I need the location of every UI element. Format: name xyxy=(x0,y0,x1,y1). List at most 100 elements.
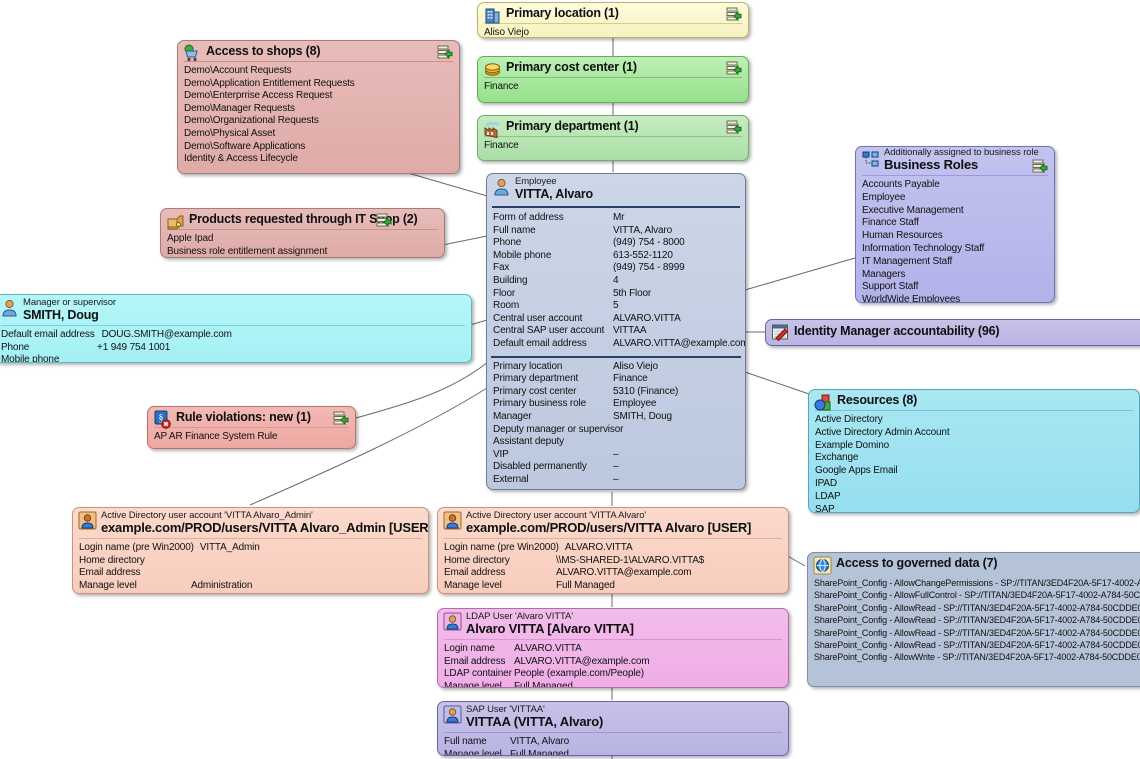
list-item: AP AR Finance System Rule xyxy=(154,431,278,442)
card-products-requested[interactable]: Products requested through IT Shop (2) A… xyxy=(160,208,445,258)
card-im-accountability[interactable]: Identity Manager accountability (96) xyxy=(765,319,1140,346)
expand-node-icon[interactable] xyxy=(726,7,742,22)
person-icon xyxy=(0,298,19,317)
field-label: Deputy manager or supervisor xyxy=(493,423,624,435)
factory-icon xyxy=(483,119,502,138)
card-access-to-shops[interactable]: Access to shops (8) Demo\Account Request… xyxy=(177,40,460,174)
card-kicker: Employee xyxy=(515,176,557,187)
field-row: Default email address DOUG.SMITH@example.… xyxy=(1,329,465,342)
field-value: – xyxy=(613,448,619,460)
list-item: Identity & Access Lifecycle xyxy=(184,153,298,165)
field-label: Manage level xyxy=(444,579,502,591)
field-row: Manage level Full Managed xyxy=(444,681,782,687)
card-title: VITTAA (VITTA, Alvaro) xyxy=(466,714,604,729)
field-label: Assistant deputy xyxy=(493,436,564,448)
list-item: Demo\Account Requests xyxy=(184,65,292,76)
diagram-canvas: Primary location (1) Aliso Viejo Primary… xyxy=(0,0,1140,759)
card-title: SMITH, Doug xyxy=(23,308,99,322)
card-body: Login name (pre Win2000) ALVARO.VITTA Hom… xyxy=(438,539,788,593)
card-title: example.com/PROD/users/VITTA Alvaro_Admi… xyxy=(101,520,429,535)
card-header: Primary cost center (1) xyxy=(478,57,748,77)
rule-violation-icon: § xyxy=(153,410,172,429)
field-row: Fax (949) 754 - 8999 xyxy=(493,262,739,275)
card-header: Access to governed data (7) xyxy=(808,553,1140,575)
card-title: Alvaro VITTA [Alvaro VITTA] xyxy=(466,621,634,636)
card-ldap-user[interactable]: LDAP User 'Alvaro VITTA' Alvaro VITTA [A… xyxy=(437,608,789,688)
field-row: Central SAP user account VITTAA xyxy=(493,325,739,338)
field-value: 5th Floor xyxy=(613,287,652,299)
expand-node-icon[interactable] xyxy=(437,45,453,60)
card-title: Primary department (1) xyxy=(506,119,639,133)
field-label: VIP xyxy=(493,448,509,460)
field-value: VITTA, Alvaro xyxy=(613,224,672,236)
card-employee[interactable]: Employee VITTA, Alvaro Form of address Mr… xyxy=(486,173,746,490)
globe-icon xyxy=(813,556,832,575)
list-item: SAP xyxy=(815,503,835,513)
field-value: People (example.com/People) xyxy=(514,668,644,680)
card-body: SharePoint_Config - AllowChangePermissio… xyxy=(808,574,1140,669)
card-header: § Rule violations: new (1) xyxy=(148,407,355,429)
card-sap-user[interactable]: SAP User 'VITTAA' VITTAA (VITTA, Alvaro)… xyxy=(437,701,789,756)
building-icon xyxy=(483,6,502,25)
org-nodes-icon xyxy=(861,150,880,169)
list-item: Human Resources xyxy=(862,230,943,242)
field-row: Home directory xyxy=(79,555,422,568)
list-item: Managers xyxy=(862,268,906,280)
expand-node-icon[interactable] xyxy=(376,213,392,228)
person-icon xyxy=(443,705,462,724)
card-rule-violations[interactable]: § Rule violations: new (1) AP AR Finance… xyxy=(147,406,356,449)
field-row: Manage level Full Managed xyxy=(444,580,782,593)
list-item: Demo\Physical Asset xyxy=(184,127,276,139)
field-value: ALVARO.VITTA@example.com xyxy=(613,337,746,349)
expand-node-icon[interactable] xyxy=(333,411,349,426)
expand-node-icon[interactable] xyxy=(726,120,742,135)
card-title: Business Roles xyxy=(884,157,979,172)
expand-node-icon[interactable] xyxy=(1032,159,1048,174)
card-manager-supervisor[interactable]: Manager or supervisor SMITH, Doug Defaul… xyxy=(0,294,472,363)
field-label: Room xyxy=(493,300,520,312)
field-value: Administration xyxy=(191,579,253,591)
card-primary-department[interactable]: Primary department (1) Finance xyxy=(477,115,749,161)
shopping-cart-icon xyxy=(183,44,202,63)
field-label: Home directory xyxy=(79,554,145,566)
field-row: Phone +1 949 754 1001 xyxy=(1,342,465,355)
field-row: Manage level Administration xyxy=(79,580,422,593)
list-item: Exchange xyxy=(815,452,859,464)
field-value: SMITH, Doug xyxy=(613,410,672,422)
field-value: (949) 754 - 8000 xyxy=(613,237,685,249)
list-item: IT Management Staff xyxy=(862,255,953,267)
field-label: Email address xyxy=(79,567,141,579)
card-header: Active Directory user account 'VITTA Alv… xyxy=(438,508,788,538)
card-resources[interactable]: Resources (8) Active Directory Active Di… xyxy=(808,389,1140,513)
card-governed-data[interactable]: Access to governed data (7) SharePoint_C… xyxy=(807,552,1140,687)
person-icon xyxy=(492,177,511,196)
field-row: External – xyxy=(493,474,739,487)
card-header: Manager or supervisor SMITH, Doug xyxy=(0,295,471,325)
card-ad-admin-account[interactable]: Active Directory user account 'VITTA Alv… xyxy=(72,507,429,594)
field-row: Primary location Aliso Viejo xyxy=(493,361,739,374)
card-header: Primary location (1) xyxy=(478,3,748,25)
field-row: Primary business role Employee xyxy=(493,398,739,411)
card-business-roles[interactable]: Additionally assigned to business role B… xyxy=(855,146,1055,303)
list-item: Demo\Enterprrise Access Request xyxy=(184,90,333,102)
field-row: Full name VITTA, Alvaro xyxy=(444,736,782,749)
field-value: – xyxy=(613,461,619,473)
field-label: Central user account xyxy=(493,312,583,324)
card-body-secondary: Primary location Aliso Viejo Primary depa… xyxy=(487,360,745,489)
list-item: Apple Ipad xyxy=(167,233,214,244)
field-label: Manager xyxy=(493,410,532,422)
field-label: LDAP container xyxy=(444,668,512,680)
expand-node-icon[interactable] xyxy=(726,61,742,76)
card-primary-location[interactable]: Primary location (1) Aliso Viejo xyxy=(477,2,749,38)
field-label: Default email address xyxy=(493,337,587,349)
list-item: IPAD xyxy=(815,477,837,489)
card-ad-user-account[interactable]: Active Directory user account 'VITTA Alv… xyxy=(437,507,789,594)
list-item: Demo\Software Applications xyxy=(184,140,306,152)
list-item: SharePoint_Config - AllowFullControl - S… xyxy=(814,590,1140,601)
field-value: Full Managed xyxy=(510,748,569,756)
card-primary-cost-center[interactable]: Primary cost center (1) Finance xyxy=(477,56,749,103)
field-row: Floor 5th Floor xyxy=(493,288,739,301)
field-label: Primary cost center xyxy=(493,385,577,397)
card-body: Finance xyxy=(478,78,748,99)
field-row: Login name (pre Win2000) ALVARO.VITTA xyxy=(444,542,782,555)
